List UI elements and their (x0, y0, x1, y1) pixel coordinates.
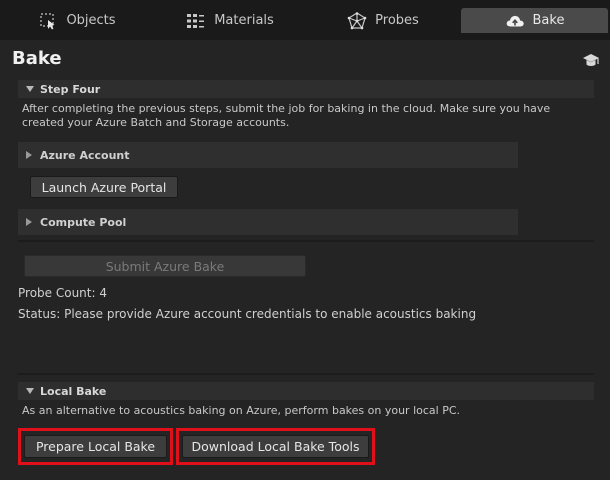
step-four-description: After completing the previous steps, sub… (22, 102, 551, 129)
graduation-cap-icon[interactable] (582, 52, 600, 70)
submit-azure-bake-button[interactable]: Submit Azure Bake (24, 255, 306, 277)
tab-probes-label: Probes (375, 13, 419, 28)
expand-arrow-icon (26, 218, 32, 226)
divider (18, 373, 594, 375)
compute-pool-header[interactable]: Compute Pool (18, 209, 518, 235)
azure-account-header[interactable]: Azure Account (18, 142, 518, 168)
prepare-local-bake-button[interactable]: Prepare Local Bake (24, 435, 167, 458)
bake-panel: Bake Step Four After completing the prev… (0, 40, 610, 480)
launch-azure-portal-button[interactable]: Launch Azure Portal (30, 176, 178, 198)
objects-icon (38, 12, 58, 30)
probe-count: Probe Count: 4 (18, 286, 107, 300)
step-four-header[interactable]: Step Four (18, 80, 594, 98)
tab-bake[interactable]: Bake (461, 8, 608, 33)
tab-bake-label: Bake (532, 13, 565, 28)
page-title: Bake (12, 48, 62, 69)
tab-objects[interactable]: Objects (2, 8, 152, 33)
cloud-upload-icon (505, 12, 525, 30)
collapse-arrow-icon (26, 86, 34, 92)
divider (18, 240, 594, 242)
expand-arrow-icon (26, 151, 32, 159)
collapse-arrow-icon (26, 388, 34, 394)
local-bake-description: As an alternative to acoustics baking on… (22, 404, 461, 417)
materials-icon (186, 12, 206, 30)
status-text: Status: Please provide Azure account cre… (18, 307, 477, 321)
local-bake-header[interactable]: Local Bake (18, 382, 594, 400)
tab-materials[interactable]: Materials (155, 8, 305, 33)
step-four-title: Step Four (40, 82, 101, 96)
tab-probes[interactable]: Probes (308, 8, 458, 33)
download-local-bake-tools-button[interactable]: Download Local Bake Tools (182, 435, 369, 458)
compute-pool-label: Compute Pool (40, 215, 127, 229)
local-bake-title: Local Bake (40, 384, 107, 398)
probes-icon (347, 11, 367, 30)
azure-account-label: Azure Account (40, 148, 130, 162)
tab-bar: Objects Materials Probes Bake (0, 0, 610, 40)
tab-materials-label: Materials (214, 13, 274, 28)
tab-objects-label: Objects (66, 13, 116, 28)
